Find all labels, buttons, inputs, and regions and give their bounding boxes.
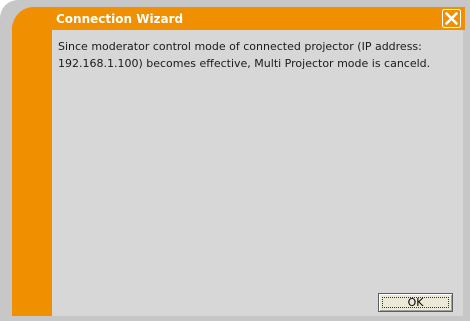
connection-wizard-dialog: Connection Wizard Since moderator contro… [0,0,470,321]
content-panel: Since moderator control mode of connecte… [52,30,463,316]
close-button[interactable] [442,9,461,28]
dialog-title: Connection Wizard [56,12,184,26]
accent-band [12,26,52,316]
message-text: Since moderator control mode of connecte… [58,40,431,70]
close-x-icon [442,9,461,28]
ok-button-label: OK [407,296,424,309]
ok-button[interactable]: OK [378,293,453,312]
